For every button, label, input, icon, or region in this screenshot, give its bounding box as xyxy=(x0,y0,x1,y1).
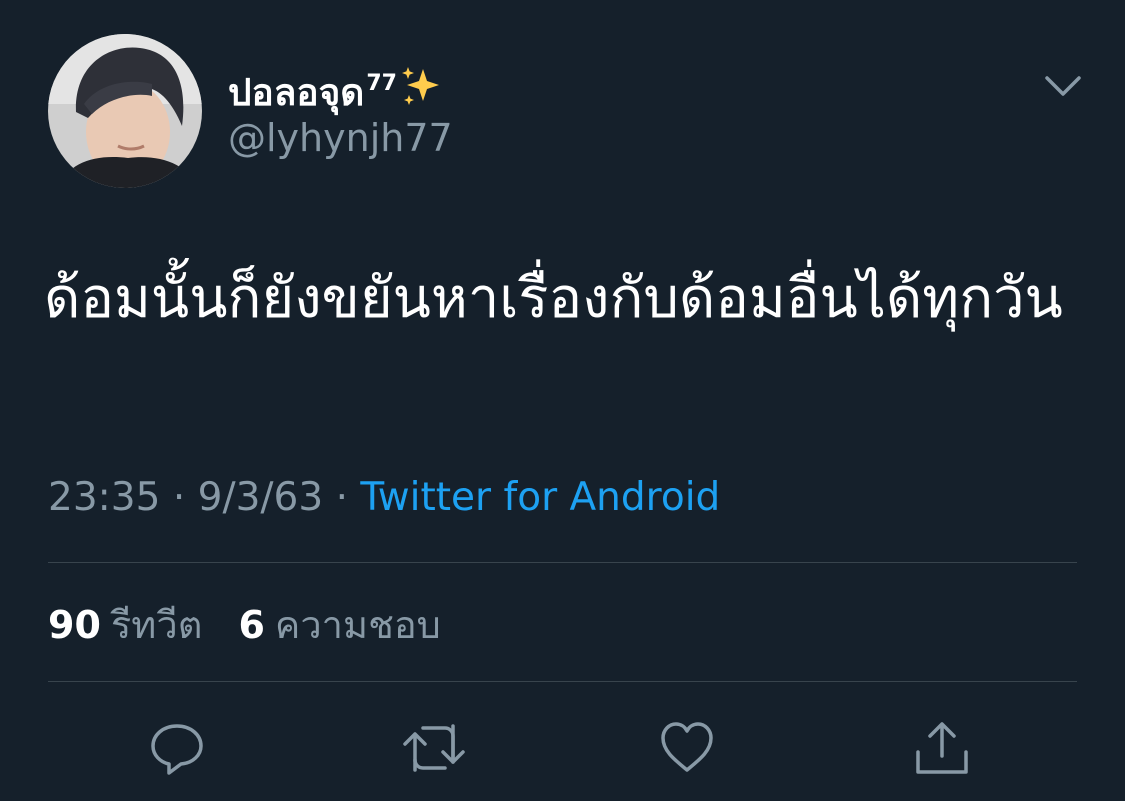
retweets-count: 90 xyxy=(48,603,101,647)
retweets-stat[interactable]: 90 รีทวีต xyxy=(48,603,202,647)
tweet-time: 23:35 xyxy=(48,475,161,520)
share-button[interactable] xyxy=(912,718,972,778)
retweets-label: รีทวีต xyxy=(110,603,203,647)
author-name-superscript: 77 xyxy=(366,71,397,96)
tweet-meta: 23:35 · 9/3/63 · Twitter for Android xyxy=(48,470,720,526)
likes-count: 6 xyxy=(238,603,265,647)
divider xyxy=(48,562,1077,563)
tweet-text: ด้อมนั้นก็ยังขยันหาเรื่องกับด้อมอื่นได้ท… xyxy=(44,266,1063,331)
retweet-icon xyxy=(403,724,465,772)
tweet-source-link[interactable]: Twitter for Android xyxy=(360,475,720,520)
meta-separator: · xyxy=(335,475,348,520)
avatar-photo xyxy=(48,34,202,188)
tweet-date[interactable]: 9/3/63 xyxy=(198,475,324,520)
share-icon xyxy=(916,722,968,774)
tweet-stats: 90 รีทวีต 6 ความชอบ xyxy=(48,600,465,650)
likes-stat[interactable]: 6 ความชอบ xyxy=(238,603,440,647)
reply-button[interactable] xyxy=(147,718,207,778)
retweet-button[interactable] xyxy=(401,718,467,778)
divider xyxy=(48,681,1077,682)
author-display-name[interactable]: ปอลอจุด77 xyxy=(228,60,443,121)
reply-icon xyxy=(151,724,203,775)
chevron-down-icon[interactable] xyxy=(1042,68,1084,104)
sparkles-icon xyxy=(399,65,443,121)
author-handle[interactable]: @lyhynjh77 xyxy=(228,114,453,162)
heart-icon xyxy=(661,722,713,772)
likes-label: ความชอบ xyxy=(274,603,441,647)
author-name-text: ปอลอจุด xyxy=(228,71,365,114)
avatar[interactable] xyxy=(48,34,202,188)
like-button[interactable] xyxy=(657,718,717,778)
meta-separator: · xyxy=(172,475,186,520)
